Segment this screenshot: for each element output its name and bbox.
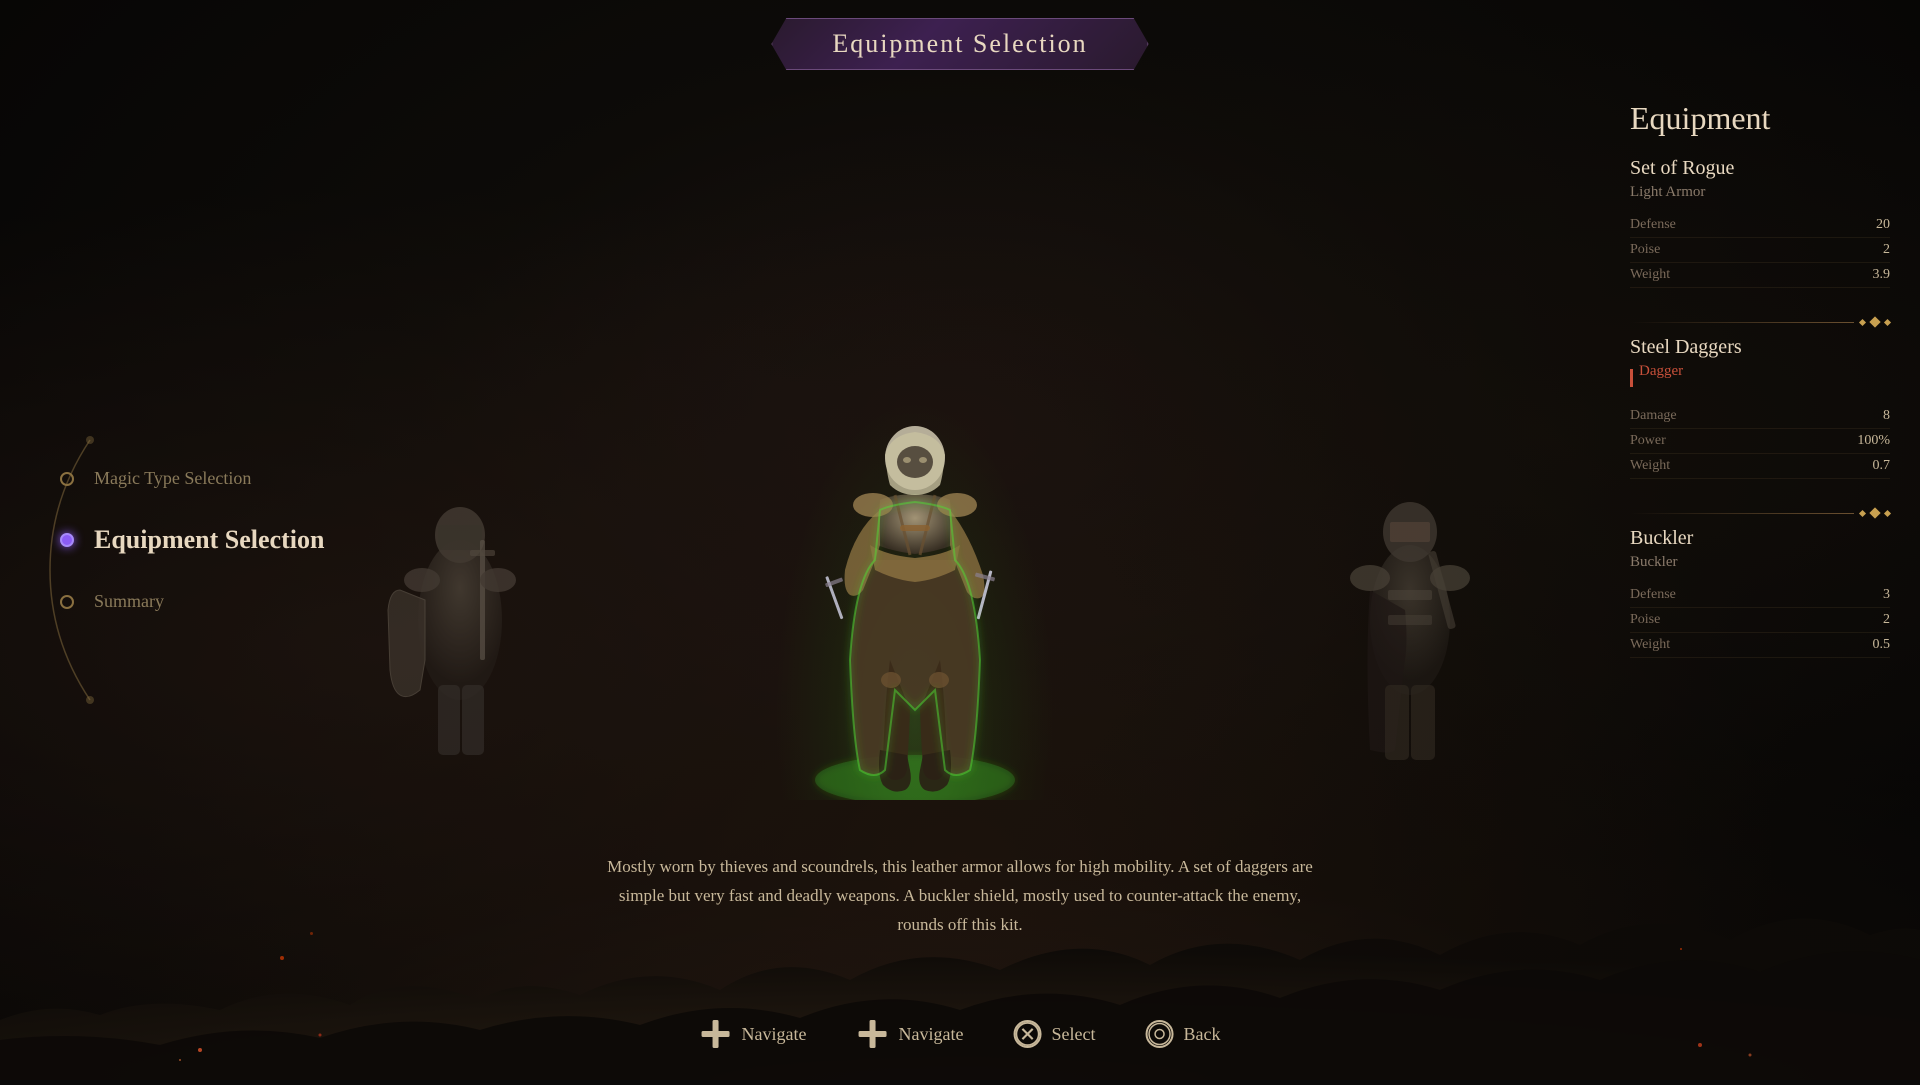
armor-stat-weight: Weight 3.9 [1630, 263, 1890, 288]
shield-defense-value: 3 [1883, 587, 1890, 603]
title-bar: Equipment Selection [771, 18, 1148, 70]
nav-item-equipment[interactable]: Equipment Selection [60, 507, 324, 573]
shield-type: Buckler [1630, 554, 1890, 571]
control-navigate-right[interactable]: Navigate [857, 1018, 964, 1050]
nav-dot-equipment [60, 533, 74, 547]
circle-button-icon [1145, 1020, 1173, 1048]
weapon-type: Dagger [1639, 363, 1683, 380]
armor-poise-value: 2 [1883, 242, 1890, 258]
shield-defense-label: Defense [1630, 587, 1676, 603]
shield-name: Buckler [1630, 527, 1890, 550]
weapon-name: Steel Daggers [1630, 336, 1890, 359]
description-text: Mostly worn by thieves and scoundrels, t… [600, 853, 1320, 940]
control-select[interactable]: Select [1013, 1020, 1095, 1048]
divider-diamond-main-2 [1869, 507, 1880, 518]
divider-1 [1630, 308, 1890, 336]
armor-stat-poise: Poise 2 [1630, 238, 1890, 263]
control-select-label: Select [1051, 1024, 1095, 1045]
divider-line-2 [1630, 513, 1854, 514]
characters-area [250, 60, 1580, 880]
weapon-weight-value: 0.7 [1873, 458, 1891, 474]
divider-diamond-left-2 [1859, 509, 1866, 516]
shield-weight-value: 0.5 [1873, 637, 1891, 653]
nav-label-summary: Summary [94, 591, 164, 612]
character-right[interactable] [1320, 460, 1500, 780]
screen-title: Equipment Selection [832, 29, 1087, 58]
description-area: Mostly worn by thieves and scoundrels, t… [600, 853, 1320, 940]
weapon-type-indicator [1630, 369, 1633, 387]
weapon-stat-damage: Damage 8 [1630, 404, 1890, 429]
control-back[interactable]: Back [1145, 1020, 1220, 1048]
equipment-section-armor: Set of Rogue Light Armor Defense 20 Pois… [1630, 157, 1890, 288]
ember-2 [310, 932, 313, 935]
divider-diamond-right-1 [1884, 318, 1891, 325]
panel-title: Equipment [1630, 100, 1890, 137]
divider-diamond-right-2 [1884, 509, 1891, 516]
equipment-section-shield: Buckler Buckler Defense 3 Poise 2 Weight… [1630, 527, 1890, 658]
armor-stat-defense: Defense 20 [1630, 213, 1890, 238]
weapon-damage-value: 8 [1883, 408, 1890, 424]
dpad-right-icon [857, 1018, 889, 1050]
shield-stat-defense: Defense 3 [1630, 583, 1890, 608]
shield-weight-label: Weight [1630, 637, 1670, 653]
ember-1 [280, 956, 284, 960]
armor-defense-value: 20 [1876, 217, 1890, 233]
x-button-icon [1013, 1020, 1041, 1048]
title-background: Equipment Selection [771, 18, 1148, 70]
nav-item-magic-type[interactable]: Magic Type Selection [60, 450, 324, 507]
weapon-power-label: Power [1630, 433, 1666, 449]
armor-poise-label: Poise [1630, 242, 1660, 258]
armor-type: Light Armor [1630, 184, 1890, 201]
weapon-damage-label: Damage [1630, 408, 1677, 424]
nav-item-summary[interactable]: Summary [60, 573, 324, 630]
control-back-label: Back [1183, 1024, 1220, 1045]
nav-dot-magic-type [60, 472, 74, 486]
equipment-section-weapon: Steel Daggers Dagger Damage 8 Power 100%… [1630, 336, 1890, 479]
armor-name: Set of Rogue [1630, 157, 1890, 180]
control-navigate-right-label: Navigate [899, 1024, 964, 1045]
dpad-left-icon [700, 1018, 732, 1050]
nav-dot-summary [60, 595, 74, 609]
control-navigate-left-label: Navigate [742, 1024, 807, 1045]
shield-stat-weight: Weight 0.5 [1630, 633, 1890, 658]
divider-diamond-main-1 [1869, 316, 1880, 327]
control-navigate-left[interactable]: Navigate [700, 1018, 807, 1050]
armor-weight-value: 3.9 [1873, 267, 1891, 283]
divider-diamond-left-1 [1859, 318, 1866, 325]
weapon-stat-power: Power 100% [1630, 429, 1890, 454]
shield-poise-label: Poise [1630, 612, 1660, 628]
ember-3 [1680, 948, 1682, 950]
nav-label-magic-type: Magic Type Selection [94, 468, 251, 489]
divider-2 [1630, 499, 1890, 527]
shield-stat-poise: Poise 2 [1630, 608, 1890, 633]
left-nav: Magic Type Selection Equipment Selection… [60, 450, 324, 630]
shield-poise-value: 2 [1883, 612, 1890, 628]
controls-bar: Navigate Navigate Select [700, 1018, 1221, 1050]
divider-line-1 [1630, 322, 1854, 323]
armor-defense-label: Defense [1630, 217, 1676, 233]
weapon-weight-label: Weight [1630, 458, 1670, 474]
character-center[interactable] [795, 380, 1035, 800]
weapon-stat-weight: Weight 0.7 [1630, 454, 1890, 479]
right-panel: Equipment Set of Rogue Light Armor Defen… [1600, 80, 1920, 698]
armor-weight-label: Weight [1630, 267, 1670, 283]
character-left[interactable] [370, 460, 550, 780]
weapon-power-value: 100% [1857, 433, 1890, 449]
nav-label-equipment: Equipment Selection [94, 525, 324, 555]
